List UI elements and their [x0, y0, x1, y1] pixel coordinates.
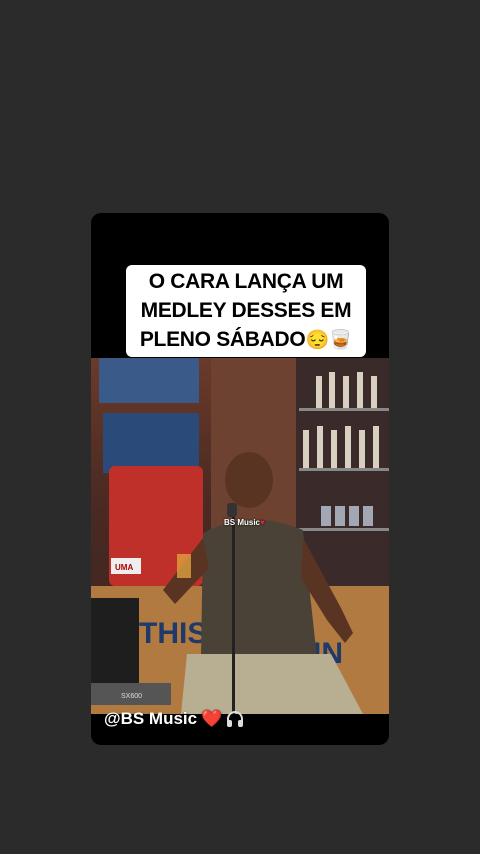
caption-line-1: O CARA LANÇA UM	[148, 270, 344, 293]
caption-line-2: MEDLEY DESSES EM	[140, 299, 352, 322]
keyboard-player	[91, 598, 139, 688]
headphones-icon	[226, 711, 244, 727]
credit-handle: @BS Music	[104, 709, 198, 728]
shelf-1	[299, 408, 389, 411]
whisky-glass	[177, 554, 191, 578]
cabinet-sign-text: UMA	[115, 563, 133, 572]
stained-window-top	[99, 358, 199, 403]
watermark-text: BS Music	[224, 518, 261, 527]
caption-line-3: PLENO SÁBADO	[139, 328, 306, 351]
video-watermark: BS Music♥	[224, 518, 265, 527]
video-frame[interactable]: UMA THIS IN SX600 BS Music♥	[91, 358, 389, 714]
caption-box: O CARA LANÇA UM MEDLEY DESSES EM PLENO S…	[126, 265, 366, 357]
credit-line: @BS Music ❤️	[104, 709, 244, 729]
story-post-card[interactable]: O CARA LANÇA UM MEDLEY DESSES EM PLENO S…	[91, 213, 389, 745]
singer-shirt	[201, 519, 317, 658]
shelf-3	[299, 528, 389, 531]
singer-pants	[181, 654, 363, 714]
watermark-heart-icon: ♥	[260, 518, 265, 527]
shelf-2	[299, 468, 389, 471]
microphone	[227, 503, 237, 517]
keyboard-label: SX600	[121, 693, 142, 700]
singer-head	[225, 452, 273, 508]
heart-icon: ❤️	[201, 709, 223, 728]
mic-stand	[232, 508, 235, 714]
stained-window	[103, 413, 199, 473]
video-scene: UMA THIS IN SX600	[91, 358, 389, 714]
caption-emojis: 😔🥃	[305, 330, 353, 351]
backdrop-text-left: THIS	[139, 617, 207, 650]
caption-line-3-wrap: PLENO SÁBADO😔🥃	[130, 325, 362, 355]
